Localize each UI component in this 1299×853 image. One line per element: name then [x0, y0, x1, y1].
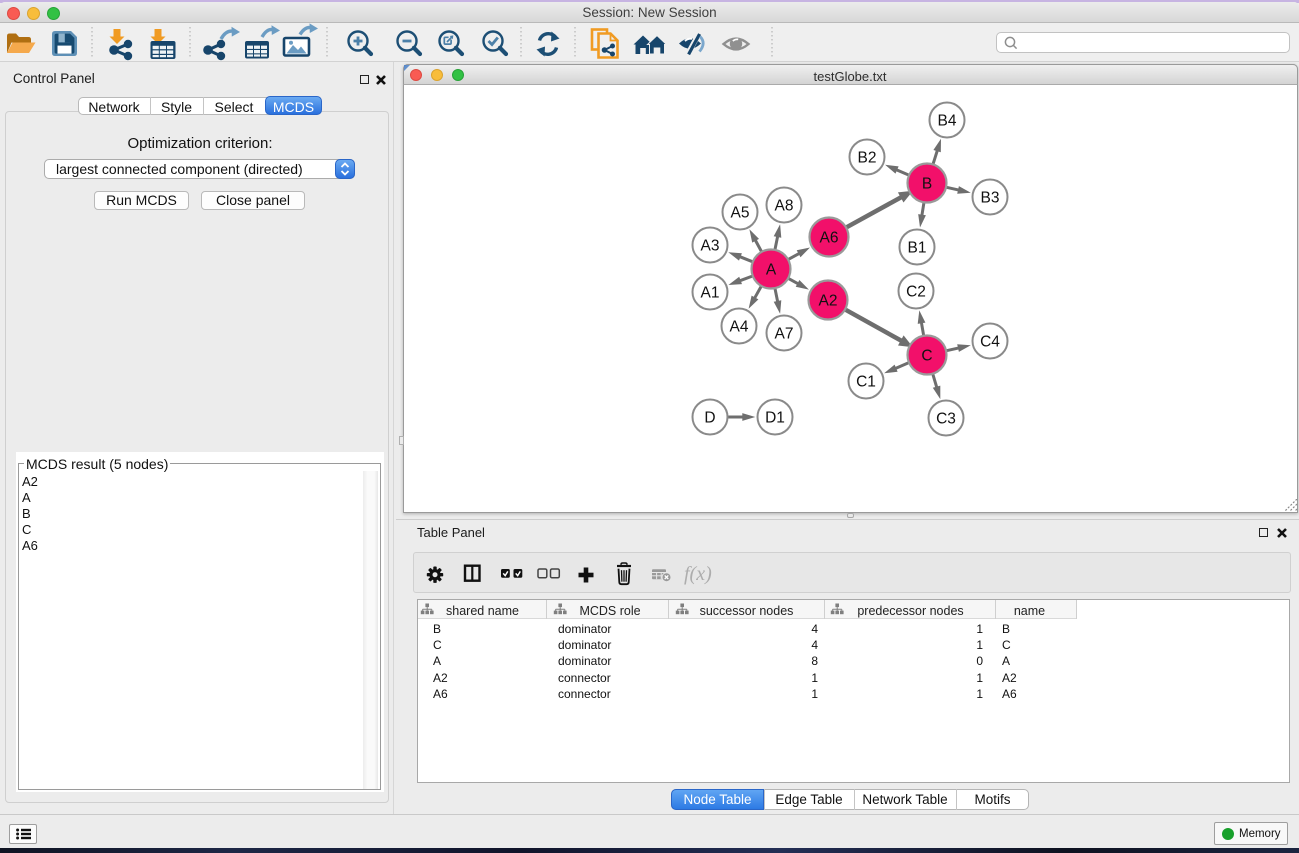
- svg-text:A: A: [766, 262, 777, 279]
- svg-text:C3: C3: [936, 411, 956, 428]
- svg-text:B4: B4: [938, 113, 957, 130]
- svg-text:C2: C2: [906, 284, 926, 301]
- svg-text:A3: A3: [701, 238, 720, 255]
- svg-text:A6: A6: [820, 230, 839, 247]
- svg-text:D1: D1: [765, 410, 785, 427]
- svg-text:A1: A1: [701, 285, 720, 302]
- svg-text:C: C: [921, 348, 932, 365]
- svg-text:B1: B1: [908, 240, 927, 257]
- svg-text:A4: A4: [730, 319, 749, 336]
- svg-text:A5: A5: [731, 205, 750, 222]
- svg-text:A2: A2: [819, 293, 838, 310]
- svg-text:f(x): f(x): [684, 563, 712, 585]
- svg-text:B: B: [922, 176, 932, 193]
- svg-text:A8: A8: [775, 198, 794, 215]
- svg-text:A7: A7: [775, 326, 794, 343]
- svg-text:D: D: [704, 410, 715, 427]
- svg-text:B3: B3: [981, 190, 1000, 207]
- svg-text:C1: C1: [856, 374, 876, 391]
- svg-text:C4: C4: [980, 334, 1000, 351]
- svg-text:B2: B2: [858, 150, 877, 167]
